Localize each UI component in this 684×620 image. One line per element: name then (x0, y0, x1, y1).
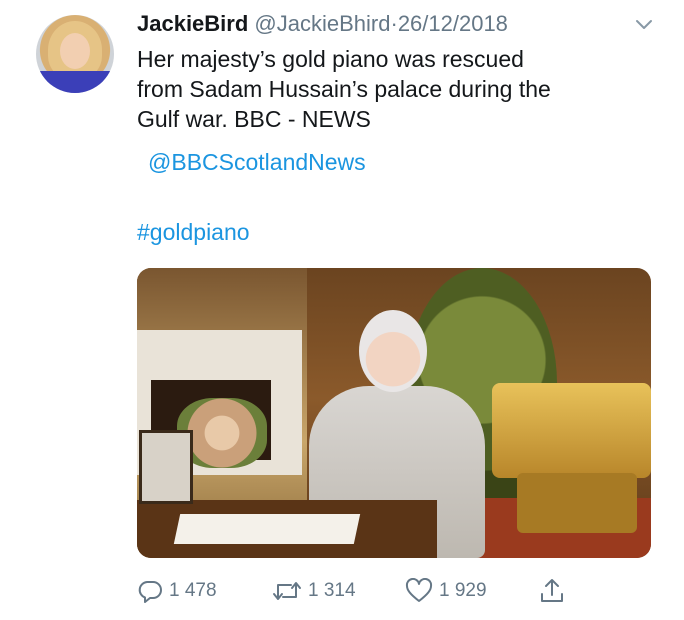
tweet-text-line: Gulf war. BBC - NEWS (137, 106, 371, 132)
heart-icon (405, 578, 433, 602)
like-button[interactable]: 1 929 (405, 573, 487, 609)
tweet-actions: 1 478 1 314 1 929 (137, 573, 577, 609)
photo-gold-piano (492, 383, 651, 478)
avatar-shirt (36, 71, 114, 93)
display-name[interactable]: JackieBird (137, 11, 248, 36)
tweet-header: JackieBird @JackieBhird·26/12/2018 (137, 9, 644, 39)
retweet-icon (273, 582, 301, 600)
avatar-face (60, 33, 90, 69)
tweet-photo[interactable] (137, 268, 651, 558)
tweet-date[interactable]: 26/12/2018 (398, 11, 508, 36)
user-handle[interactable]: @JackieBhird (254, 11, 390, 36)
retweet-count: 1 314 (308, 580, 356, 601)
like-count: 1 929 (439, 580, 487, 601)
photo-paper (173, 514, 361, 544)
mention-link[interactable]: @BBCScotlandNews (148, 147, 366, 177)
tweet-text: Her majesty’s gold piano was rescued fro… (137, 44, 657, 134)
photo-piano-legs (517, 473, 637, 533)
avatar[interactable] (36, 15, 114, 93)
reply-button[interactable]: 1 478 (137, 573, 217, 609)
photo-figure-head (359, 310, 427, 392)
tweet-text-line: Her majesty’s gold piano was rescued (137, 46, 524, 72)
chevron-down-icon[interactable] (634, 14, 654, 34)
photo-frame (139, 430, 193, 504)
separator-dot: · (390, 11, 398, 36)
reply-icon (138, 581, 162, 603)
retweet-button[interactable]: 1 314 (272, 573, 356, 609)
share-icon (541, 579, 563, 602)
share-button[interactable] (539, 573, 565, 609)
tweet-text-line: from Sadam Hussain’s palace during the (137, 76, 551, 102)
hashtag-link[interactable]: #goldpiano (137, 217, 250, 247)
reply-count: 1 478 (169, 580, 217, 601)
